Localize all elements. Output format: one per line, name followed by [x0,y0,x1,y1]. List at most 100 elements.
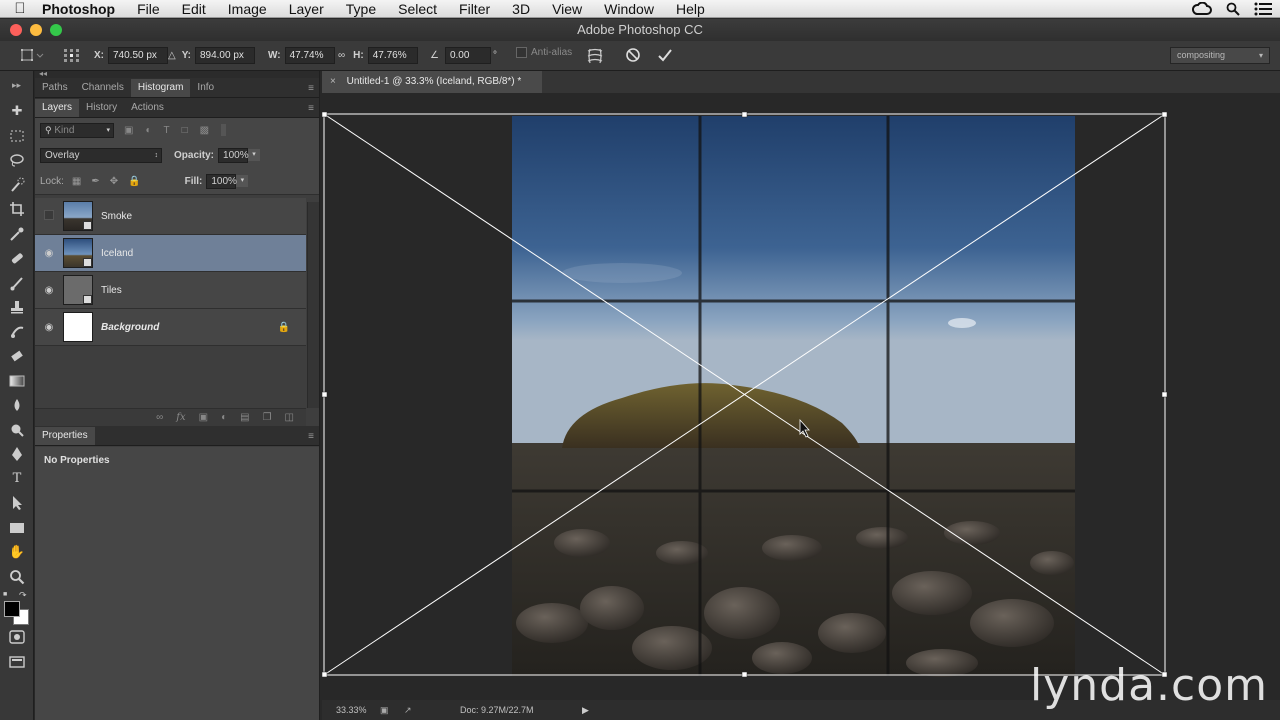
tab-channels[interactable]: Channels [75,79,131,97]
height-field[interactable]: 47.76% [367,47,418,64]
tab-histogram[interactable]: Histogram [130,79,191,97]
blur-tool-icon[interactable] [0,393,34,418]
dodge-tool-icon[interactable] [0,418,34,443]
collapse-toolbar-icon[interactable]: ▸▸ [0,71,33,99]
eye-icon[interactable]: ◉ [35,322,63,333]
layer-name[interactable]: Background [101,322,159,333]
eye-icon[interactable]: ◉ [35,285,63,296]
filter-smart-object-icon[interactable]: ▩ [200,125,209,136]
filter-shape-icon[interactable]: □ [182,125,188,136]
cancel-transform-icon[interactable] [625,47,641,63]
rotation-angle-field[interactable]: 0.00 [444,47,491,64]
menu-3d[interactable]: 3D [501,1,541,17]
eyedropper-tool-icon[interactable] [0,222,34,247]
opacity-slider-toggle-icon[interactable]: ▾ [248,149,261,161]
add-mask-icon[interactable]: ▣ [199,412,208,423]
default-colors-icon[interactable]: ■ [3,591,7,598]
lasso-tool-icon[interactable] [0,148,34,173]
layers-scrollbar[interactable] [307,202,319,408]
foreground-color-swatch[interactable] [4,601,20,617]
zoom-tool-icon[interactable] [0,565,34,590]
swap-colors-icon[interactable]: ↷ [19,590,27,601]
delete-layer-trash-icon[interactable]: ◫ [285,412,294,423]
zoom-window-button[interactable] [50,24,62,36]
status-preview-icon[interactable]: ▣ [380,700,389,720]
tool-preset-picker[interactable] [18,47,44,63]
type-tool-icon[interactable]: T [0,467,34,492]
status-share-icon[interactable]: ↗ [404,700,412,720]
pen-tool-icon[interactable] [0,442,34,467]
y-position-field[interactable]: 894.00 px [194,47,255,64]
crop-tool-icon[interactable] [0,197,34,222]
status-menu-arrow-icon[interactable]: ▶ [582,700,589,720]
panel-menu-icon[interactable]: ≡ [308,431,314,442]
menu-filter[interactable]: Filter [448,1,501,17]
history-brush-tool-icon[interactable] [0,320,34,345]
menu-edit[interactable]: Edit [171,1,217,17]
apple-menu-icon[interactable]:  [0,0,40,17]
layer-row-background[interactable]: ◉ Background 🔒 [35,309,306,346]
layer-style-fx-icon[interactable]: fx [176,412,185,423]
fill-field[interactable]: 100% [206,173,237,189]
tab-paths[interactable]: Paths [35,79,75,97]
healing-brush-tool-icon[interactable] [0,246,34,271]
commit-transform-icon[interactable] [657,47,673,63]
quick-selection-tool-icon[interactable] [0,173,34,198]
new-group-folder-icon[interactable]: ▤ [240,412,249,423]
opacity-field[interactable]: 100% [218,147,249,163]
zoom-level[interactable]: 33.33% [336,700,367,720]
filter-pixel-icon[interactable]: ▣ [124,125,133,136]
layer-row-iceland[interactable]: ◉ Iceland [35,235,306,272]
document-image[interactable] [322,93,1280,700]
eraser-tool-icon[interactable] [0,344,34,369]
gradient-tool-icon[interactable] [0,369,34,394]
collapse-panels-icon[interactable]: ◂◂ [39,69,47,78]
filter-toggle-icon[interactable] [221,124,227,136]
lock-all-icon[interactable]: 🔒 [128,176,140,187]
new-adjustment-layer-icon[interactable]: ◐ [221,412,227,423]
rectangle-tool-icon[interactable] [0,516,34,541]
notification-list-icon[interactable] [1254,2,1272,16]
anti-alias-checkbox[interactable] [516,47,527,58]
filter-kind-select[interactable]: ⚲ Kind ▾ [40,122,114,138]
clone-stamp-tool-icon[interactable] [0,295,34,320]
menu-layer[interactable]: Layer [278,1,335,17]
menu-file[interactable]: File [126,1,171,17]
layer-row-smoke[interactable]: Smoke [35,198,306,235]
path-selection-tool-icon[interactable] [0,491,34,516]
menu-view[interactable]: View [541,1,593,17]
minimize-window-button[interactable] [30,24,42,36]
layer-row-tiles[interactable]: ◉ Tiles [35,272,306,309]
screen-mode-icon[interactable] [0,650,34,675]
fill-slider-toggle-icon[interactable]: ▾ [236,175,249,187]
menu-help[interactable]: Help [665,1,716,17]
lock-position-icon[interactable]: ✥ [110,176,118,187]
layer-name[interactable]: Tiles [101,285,122,296]
panel-menu-icon[interactable]: ≡ [308,103,314,114]
panel-menu-icon[interactable]: ≡ [308,83,314,94]
menu-type[interactable]: Type [335,1,387,17]
menu-select[interactable]: Select [387,1,448,17]
width-field[interactable]: 47.74% [284,47,335,64]
document-tab[interactable]: × Untitled-1 @ 33.3% (Iceland, RGB/8*) * [322,71,542,93]
x-position-field[interactable]: 740.50 px [108,47,168,64]
move-tool-icon[interactable]: ✚ [0,99,34,124]
layer-name[interactable]: Smoke [101,211,132,222]
warp-mode-icon[interactable] [585,46,605,66]
reference-point-locator[interactable] [62,47,82,65]
tab-actions[interactable]: Actions [124,99,171,117]
tab-info[interactable]: Info [190,79,221,97]
spotlight-search-icon[interactable] [1226,2,1240,16]
layer-name[interactable]: Iceland [101,248,133,259]
menu-window[interactable]: Window [593,1,665,17]
blend-mode-select[interactable]: Overlay ↕ [40,147,162,163]
close-document-icon[interactable]: × [330,76,336,87]
quick-mask-icon[interactable] [0,625,34,650]
link-proportions-icon[interactable]: ∞ [338,50,345,61]
close-window-button[interactable] [10,24,22,36]
delta-icon[interactable]: △ [168,50,176,61]
brush-tool-icon[interactable] [0,271,34,296]
filter-adjustment-icon[interactable]: ◐ [145,125,151,136]
hand-tool-icon[interactable]: ✋ [0,540,34,565]
creative-cloud-icon[interactable] [1192,2,1212,16]
